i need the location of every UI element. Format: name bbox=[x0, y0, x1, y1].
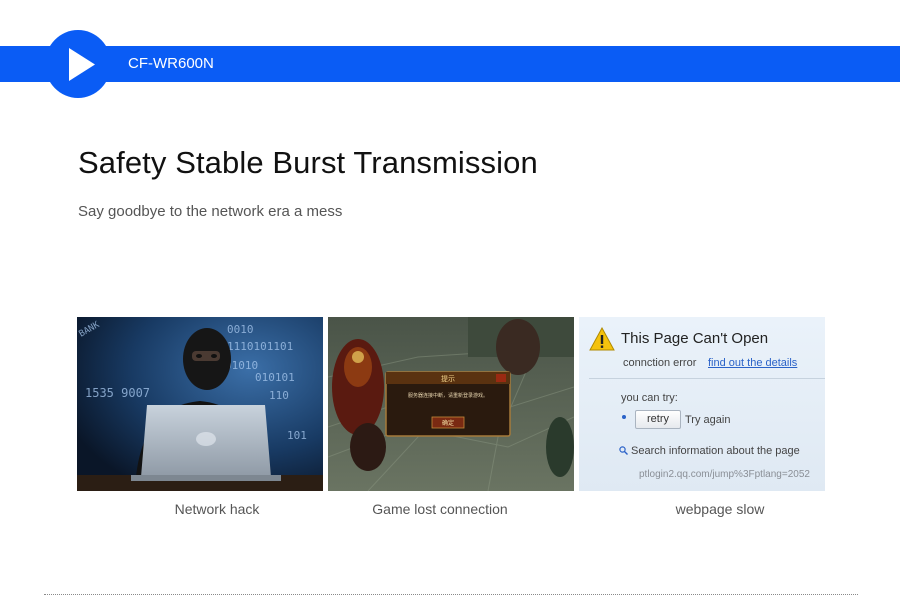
try-label: you can try: bbox=[621, 392, 678, 404]
warning-icon bbox=[589, 327, 615, 351]
dialog-message: 服务器连接中断，请重新登录游戏。 bbox=[408, 392, 488, 399]
search-info-text: Search information about the page bbox=[631, 445, 800, 457]
hacker-photo: 0010 1110101101 01010 010101 1535 9007 1… bbox=[77, 317, 323, 491]
error-url: ptlogin2.qq.com/jump%3Fptlang=2052 bbox=[639, 469, 810, 480]
binary-text-4: 010101 bbox=[255, 371, 295, 384]
caption-game-lost: Game lost connection bbox=[372, 501, 508, 517]
caption-webpage-slow: webpage slow bbox=[675, 501, 765, 517]
play-icon bbox=[45, 30, 111, 98]
binary-text-5: 1535 9007 bbox=[85, 386, 150, 400]
header-band: CF-WR600N bbox=[0, 46, 900, 82]
dialog-button: 确定 bbox=[442, 419, 454, 427]
headline: Safety Stable Burst Transmission bbox=[78, 145, 538, 180]
error-page: This Page Can't Open connction error fin… bbox=[579, 317, 825, 491]
divider bbox=[589, 378, 825, 379]
binary-text-2: 1110101101 bbox=[227, 340, 293, 353]
binary-text-1: 0010 bbox=[227, 323, 254, 336]
game-photo: 提示 服务器连接中断，请重新登录游戏。 确定 bbox=[328, 317, 574, 491]
page: CF-WR600N Safety Stable Burst Transmissi… bbox=[0, 0, 900, 602]
error-title: This Page Can't Open bbox=[621, 330, 769, 347]
retry-button[interactable]: retry bbox=[635, 410, 681, 429]
bullet-icon bbox=[622, 415, 626, 419]
binary-text-6: 110 bbox=[269, 389, 289, 402]
subline: Say goodbye to the network era a mess bbox=[78, 203, 343, 220]
caption-network-hack: Network hack bbox=[174, 501, 260, 517]
dotted-divider bbox=[44, 594, 858, 595]
search-icon bbox=[619, 446, 628, 455]
error-page-photo: This Page Can't Open connction error fin… bbox=[579, 317, 825, 491]
binary-text-7: 101 bbox=[287, 429, 307, 442]
try-again-text: Try again bbox=[685, 414, 731, 426]
error-subtitle: connction error bbox=[623, 357, 697, 369]
details-link[interactable]: find out the details bbox=[708, 357, 797, 369]
model-title: CF-WR600N bbox=[128, 55, 214, 72]
dialog-title: 提示 bbox=[441, 374, 455, 383]
